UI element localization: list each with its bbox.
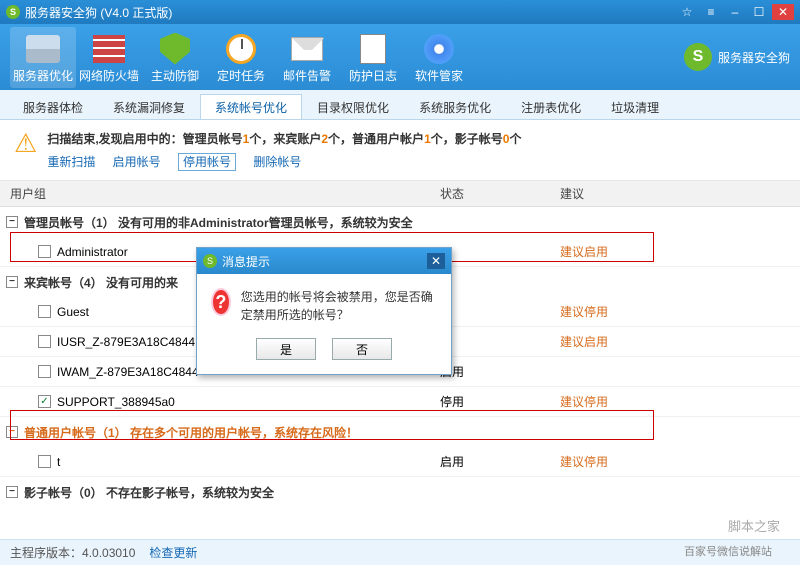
tool-disc[interactable]: 软件管家 — [406, 27, 472, 88]
dialog-message: 您选用的帐号将会被禁用，您是否确定禁用所选的帐号？ — [241, 288, 437, 324]
minimize-button[interactable]: – — [724, 4, 746, 20]
row-checkbox[interactable] — [38, 245, 51, 258]
table-row[interactable]: ✓ SUPPORT_388945a0 停用建议停用 — [0, 387, 800, 417]
question-icon: ? — [211, 288, 231, 316]
summary-text: 扫描结束,发现启用中的：管理员帐号1个，来宾账户2个，普通用户帐户1个，影子帐号… — [47, 130, 521, 147]
dialog-yes-button[interactable]: 是 — [256, 338, 316, 360]
tab-0[interactable]: 服务器体检 — [8, 94, 98, 119]
group-row[interactable]: −普通用户帐号（1） 存在多个可用的用户帐号，系统存在风险！ — [0, 417, 800, 447]
row-checkbox[interactable] — [38, 455, 51, 468]
account-suggest: 建议停用 — [560, 453, 800, 470]
app-icon: S — [6, 5, 20, 19]
menu-button[interactable]: ≡ — [700, 4, 722, 20]
account-suggest: 建议启用 — [560, 243, 800, 260]
col-group: 用户组 — [0, 185, 440, 202]
account-suggest: 建议停用 — [560, 303, 800, 320]
group-title: 影子帐号（0） 不存在影子帐号，系统较为安全 — [24, 484, 274, 501]
tool-clock[interactable]: 定时任务 — [208, 27, 274, 88]
version-label: 主程序版本：4.0.03010 — [10, 544, 135, 561]
tab-5[interactable]: 注册表优化 — [506, 94, 596, 119]
status-bar: 主程序版本：4.0.03010 检查更新 百家号微信说解站 — [0, 539, 800, 565]
main-toolbar: 服务器优化网络防火墙主动防御 定时任务 邮件告警 防护日志 软件管家 S 服务器安全狗 — [0, 24, 800, 90]
tool-fw[interactable]: 网络防火墙 — [76, 27, 142, 88]
account-name: Guest — [57, 305, 89, 319]
check-update-link[interactable]: 检查更新 — [149, 544, 197, 561]
account-name: IWAM_Z-879E3A18C4844 — [57, 365, 199, 379]
tab-4[interactable]: 系统服务优化 — [404, 94, 506, 119]
tool-log[interactable]: 防护日志 — [340, 27, 406, 88]
titlebar: S 服务器安全狗 (V4.0 正式版) ☆ ≡ – ☐ ✕ — [0, 0, 800, 24]
group-row[interactable]: −管理员帐号（1） 没有可用的非Administrator管理员帐号，系统较为安… — [0, 207, 800, 237]
watermark-1: 脚本之家 — [728, 516, 780, 535]
row-checkbox[interactable] — [38, 335, 51, 348]
tab-3[interactable]: 目录权限优化 — [302, 94, 404, 119]
col-status: 状态 — [440, 185, 560, 202]
window-title: 服务器安全狗 (V4.0 正式版) — [25, 4, 676, 21]
brand: S 服务器安全狗 — [684, 43, 790, 71]
tool-label: 邮件告警 — [283, 67, 331, 84]
row-checkbox[interactable]: ✓ — [38, 395, 51, 408]
account-suggest: 建议停用 — [560, 393, 800, 410]
tool-shield[interactable]: 主动防御 — [142, 27, 208, 88]
account-status: 启用 — [440, 363, 560, 380]
group-title: 普通用户帐号（1） 存在多个可用的用户帐号，系统存在风险！ — [24, 424, 358, 441]
table-header: 用户组 状态 建议 — [0, 181, 800, 207]
dialog-icon: S — [203, 254, 217, 268]
brand-icon: S — [684, 43, 712, 71]
tool-mail[interactable]: 邮件告警 — [274, 27, 340, 88]
tab-1[interactable]: 系统漏洞修复 — [98, 94, 200, 119]
warning-icon: ⚠ — [14, 130, 37, 156]
account-name: Administrator — [57, 245, 128, 259]
table-row[interactable]: t 启用建议停用 — [0, 447, 800, 477]
account-suggest: 建议启用 — [560, 333, 800, 350]
window-buttons: ☆ ≡ – ☐ ✕ — [676, 4, 794, 20]
tab-bar: 服务器体检系统漏洞修复系统帐号优化目录权限优化系统服务优化注册表优化垃圾清理 — [0, 90, 800, 120]
rescan-link[interactable]: 重新扫描 — [47, 155, 95, 169]
tool-label: 软件管家 — [415, 67, 463, 84]
account-name: IUSR_Z-879E3A18C4844 — [57, 335, 195, 349]
confirm-dialog: S 消息提示 ✕ ? 您选用的帐号将会被禁用，您是否确定禁用所选的帐号？ 是 否 — [196, 247, 452, 375]
enable-link[interactable]: 启用帐号 — [113, 155, 161, 169]
tool-label: 防护日志 — [349, 67, 397, 84]
account-status: 停用 — [440, 393, 560, 410]
dialog-no-button[interactable]: 否 — [332, 338, 392, 360]
expand-toggle[interactable]: − — [6, 486, 18, 498]
tool-label: 定时任务 — [217, 67, 265, 84]
tool-label: 主动防御 — [151, 67, 199, 84]
account-status: 启用 — [440, 453, 560, 470]
expand-toggle[interactable]: − — [6, 276, 18, 288]
star-button[interactable]: ☆ — [676, 4, 698, 20]
brand-text: 服务器安全狗 — [718, 49, 790, 66]
tool-srv[interactable]: 服务器优化 — [10, 27, 76, 88]
group-title: 管理员帐号（1） 没有可用的非Administrator管理员帐号，系统较为安全 — [24, 214, 413, 231]
tab-2[interactable]: 系统帐号优化 — [200, 94, 302, 119]
dialog-title: 消息提示 — [222, 253, 270, 270]
delete-link[interactable]: 删除帐号 — [253, 155, 301, 169]
tool-label: 服务器优化 — [13, 67, 73, 84]
expand-toggle[interactable]: − — [6, 426, 18, 438]
expand-toggle[interactable]: − — [6, 216, 18, 228]
row-checkbox[interactable] — [38, 365, 51, 378]
account-name: t — [57, 455, 60, 469]
disable-link[interactable]: 停用帐号 — [178, 153, 236, 171]
summary-actions: 重新扫描 启用帐号 停用帐号 删除帐号 — [47, 153, 521, 170]
col-suggest: 建议 — [560, 185, 800, 202]
account-name: SUPPORT_388945a0 — [57, 395, 175, 409]
tab-6[interactable]: 垃圾清理 — [596, 94, 674, 119]
maximize-button[interactable]: ☐ — [748, 4, 770, 20]
group-title: 来宾帐号（4） 没有可用的来 — [24, 274, 178, 291]
watermark-2: 百家号微信说解站 — [684, 543, 772, 559]
close-button[interactable]: ✕ — [772, 4, 794, 20]
dialog-titlebar: S 消息提示 ✕ — [197, 248, 451, 274]
scan-summary: ⚠ 扫描结束,发现启用中的：管理员帐号1个，来宾账户2个，普通用户帐户1个，影子… — [0, 120, 800, 181]
row-checkbox[interactable] — [38, 305, 51, 318]
group-row[interactable]: −影子帐号（0） 不存在影子帐号，系统较为安全 — [0, 477, 800, 507]
dialog-close-button[interactable]: ✕ — [427, 253, 445, 269]
tool-label: 网络防火墙 — [79, 67, 139, 84]
